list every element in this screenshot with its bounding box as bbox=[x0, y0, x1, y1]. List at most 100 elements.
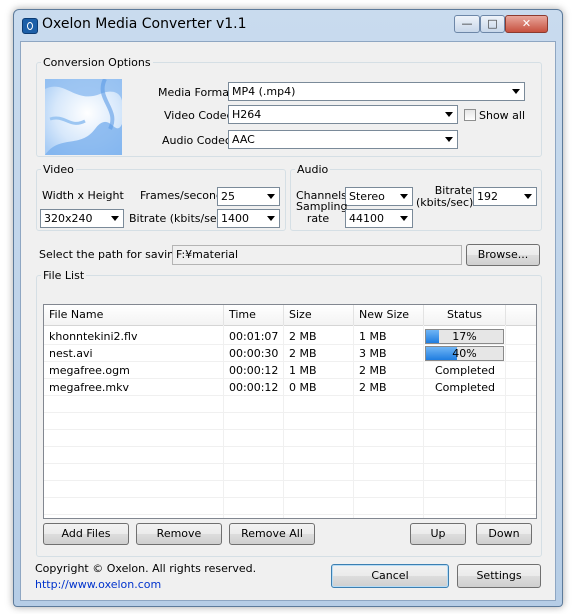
app-icon bbox=[22, 18, 38, 34]
size-label: Width x Height bbox=[42, 189, 124, 202]
cell-time: 00:01:07 bbox=[229, 330, 279, 343]
close-button[interactable]: ✕ bbox=[505, 15, 548, 33]
add-files-button[interactable]: Add Files bbox=[43, 523, 129, 545]
progress-bar: 40% bbox=[425, 346, 504, 361]
cell-time: 00:00:12 bbox=[229, 381, 279, 394]
chevron-down-icon bbox=[111, 216, 119, 221]
audio-bitrate-label: Bitrate (kbits/sec) bbox=[416, 184, 474, 209]
cell-name: megafree.ogm bbox=[49, 364, 130, 377]
column-header-size[interactable]: Size bbox=[284, 305, 354, 325]
audio-bitrate-select[interactable]: 192 bbox=[473, 187, 537, 206]
grid-line bbox=[44, 463, 536, 464]
close-icon: ✕ bbox=[521, 17, 532, 30]
chevron-down-icon bbox=[400, 194, 408, 199]
browse-button[interactable]: Browse... bbox=[466, 244, 540, 266]
show-all-label[interactable]: Show all bbox=[479, 109, 525, 122]
column-header-time[interactable]: Time bbox=[224, 305, 284, 325]
video-bitrate-label: Bitrate (kbits/sec) bbox=[129, 212, 228, 225]
grid-line bbox=[44, 378, 536, 379]
cell-time: 00:00:30 bbox=[229, 347, 279, 360]
sampling-label: Sampling rate bbox=[296, 200, 348, 225]
cell-status: Completed bbox=[435, 364, 495, 377]
sampling-select[interactable]: 44100 bbox=[345, 209, 413, 228]
column-header-file-name[interactable]: File Name bbox=[44, 305, 224, 325]
grid-line bbox=[44, 480, 536, 481]
audio-bitrate-value: 192 bbox=[477, 190, 498, 203]
media-format-value: MP4 (.mp4) bbox=[232, 85, 296, 98]
chevron-down-icon bbox=[267, 194, 275, 199]
save-path-field[interactable]: F:¥material bbox=[172, 245, 462, 265]
grid-line bbox=[44, 446, 536, 447]
show-all-checkbox[interactable] bbox=[464, 109, 476, 121]
chevron-down-icon bbox=[445, 137, 453, 142]
sampling-value: 44100 bbox=[349, 212, 384, 225]
video-codec-select[interactable]: H264 bbox=[228, 105, 458, 124]
cell-new-size: 2 MB bbox=[359, 364, 387, 377]
table-row[interactable]: nest.avi 00:00:30 2 MB 3 MB 40% bbox=[44, 345, 536, 362]
cell-name: megafree.mkv bbox=[49, 381, 129, 394]
settings-button[interactable]: Settings bbox=[457, 564, 541, 588]
copyright-text: Copyright © Oxelon. All rights reserved. bbox=[35, 562, 257, 575]
down-button[interactable]: Down bbox=[476, 523, 532, 545]
media-format-select[interactable]: MP4 (.mp4) bbox=[228, 82, 525, 101]
chevron-down-icon bbox=[400, 216, 408, 221]
size-value: 320x240 bbox=[44, 212, 93, 225]
cell-size: 1 MB bbox=[289, 364, 317, 377]
conversion-options-label: Conversion Options bbox=[41, 56, 153, 69]
main-window: Oxelon Media Converter v1.1 — □ ✕ Conver… bbox=[13, 9, 563, 607]
audio-codec-select[interactable]: AAC bbox=[228, 130, 458, 149]
table-row[interactable]: khonntekini2.flv 00:01:07 2 MB 1 MB 17% bbox=[44, 328, 536, 345]
column-header-status[interactable]: Status bbox=[424, 305, 506, 325]
website-link[interactable]: http://www.oxelon.com bbox=[35, 578, 161, 591]
cell-time: 00:00:12 bbox=[229, 364, 279, 377]
maximize-button[interactable]: □ bbox=[480, 15, 505, 33]
remove-all-button[interactable]: Remove All bbox=[229, 523, 315, 545]
cell-size: 2 MB bbox=[289, 347, 317, 360]
cell-size: 0 MB bbox=[289, 381, 317, 394]
remove-button[interactable]: Remove bbox=[136, 523, 222, 545]
fps-value: 25 bbox=[221, 190, 235, 203]
progress-bar: 17% bbox=[425, 329, 504, 344]
fps-select[interactable]: 25 bbox=[217, 187, 280, 206]
table-row[interactable]: megafree.ogm 00:00:12 1 MB 2 MB Completed bbox=[44, 362, 536, 379]
channels-value: Stereo bbox=[349, 190, 385, 203]
cell-new-size: 3 MB bbox=[359, 347, 387, 360]
client-area: Conversion Options Media Format MP4 (.mp… bbox=[20, 41, 556, 601]
cell-new-size: 2 MB bbox=[359, 381, 387, 394]
cancel-button[interactable]: Cancel bbox=[331, 564, 449, 588]
grid-line bbox=[44, 344, 536, 345]
chevron-down-icon bbox=[445, 112, 453, 117]
up-button[interactable]: Up bbox=[410, 523, 466, 545]
fps-label: Frames/second bbox=[140, 189, 223, 202]
audio-group-label: Audio bbox=[295, 163, 331, 176]
chevron-down-icon bbox=[512, 89, 520, 94]
cell-size: 2 MB bbox=[289, 330, 317, 343]
audio-codec-label: Audio Codec bbox=[162, 134, 231, 147]
chevron-down-icon bbox=[524, 194, 532, 199]
video-codec-label: Video Codec bbox=[164, 109, 233, 122]
window-title: Oxelon Media Converter v1.1 bbox=[42, 16, 247, 32]
column-header-new-size[interactable]: New Size bbox=[354, 305, 424, 325]
chevron-down-icon bbox=[267, 216, 275, 221]
video-bitrate-select[interactable]: 1400 bbox=[217, 209, 280, 228]
table-row[interactable]: megafree.mkv 00:00:12 0 MB 2 MB Completed bbox=[44, 379, 536, 396]
cell-name: khonntekini2.flv bbox=[49, 330, 138, 343]
grid-line bbox=[44, 514, 536, 515]
video-codec-value: H264 bbox=[232, 108, 262, 121]
cell-status: Completed bbox=[435, 381, 495, 394]
video-bitrate-value: 1400 bbox=[221, 212, 249, 225]
size-select[interactable]: 320x240 bbox=[40, 209, 124, 228]
title-bar[interactable]: Oxelon Media Converter v1.1 — □ ✕ bbox=[14, 10, 562, 40]
channels-select[interactable]: Stereo bbox=[345, 187, 413, 206]
progress-text: 17% bbox=[452, 330, 477, 343]
minimize-icon: — bbox=[461, 17, 473, 30]
file-list-view[interactable]: File Name Time Size New Size Status khon… bbox=[43, 304, 537, 519]
maximize-icon: □ bbox=[487, 17, 498, 30]
grid-line bbox=[44, 361, 536, 362]
file-list-header: File Name Time Size New Size Status bbox=[44, 305, 536, 326]
format-thumbnail-image bbox=[45, 79, 122, 155]
progress-text: 40% bbox=[452, 347, 477, 360]
minimize-button[interactable]: — bbox=[454, 15, 480, 33]
grid-line bbox=[44, 429, 536, 430]
audio-codec-value: AAC bbox=[232, 133, 255, 146]
